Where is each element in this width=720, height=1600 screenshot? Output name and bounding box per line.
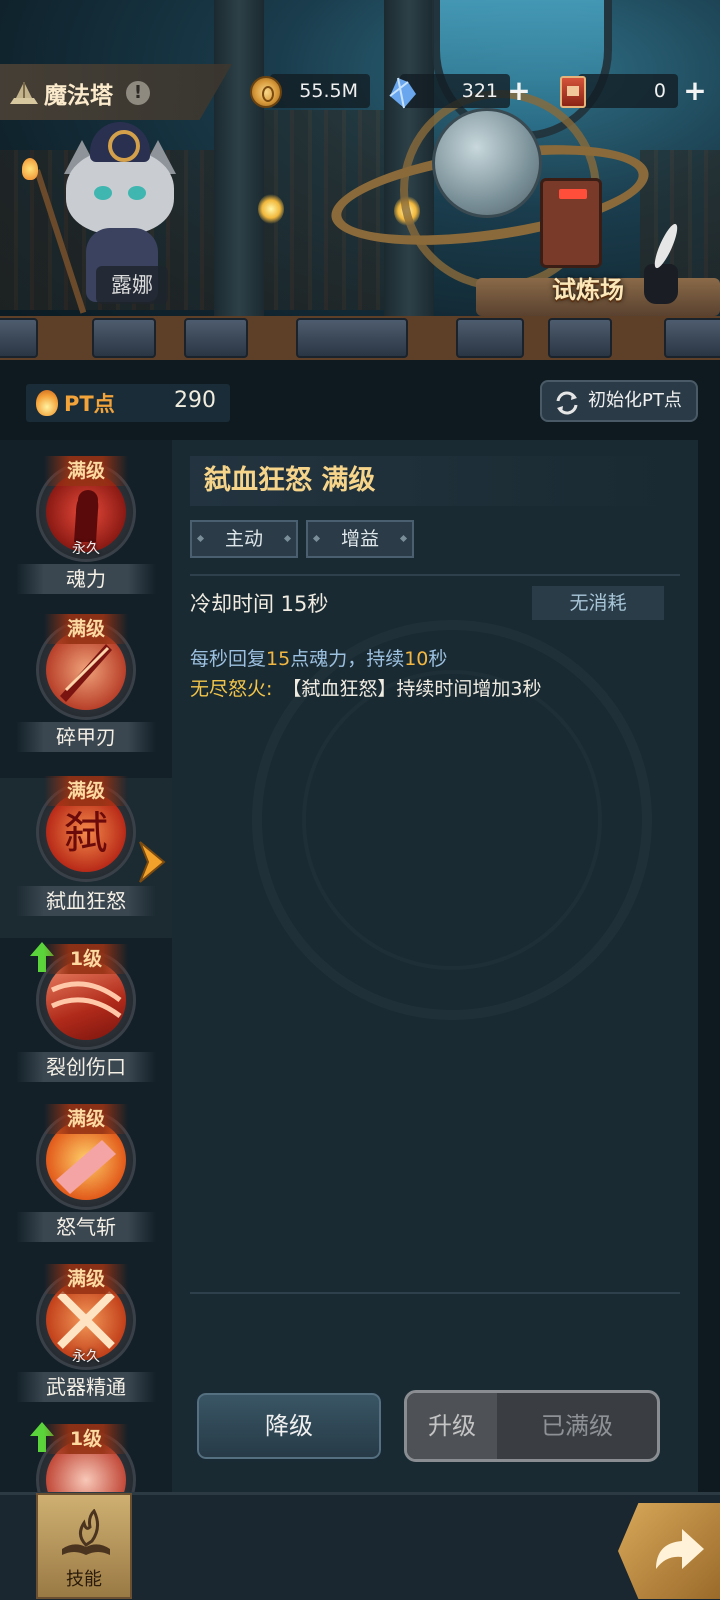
flame-icon	[36, 390, 58, 416]
refresh-icon	[556, 391, 578, 415]
location-title: 魔法塔	[44, 83, 113, 109]
tag-buff: 增益	[306, 520, 414, 558]
cost-badge: 无消耗	[532, 586, 664, 620]
maxed-label: 已满级	[541, 1412, 613, 1440]
desc-value-duration: 10	[404, 648, 429, 670]
skill-level-badge: 满级	[44, 776, 128, 806]
floor-tile	[664, 318, 720, 358]
forward-arrow-icon	[656, 1529, 704, 1569]
divider-top	[190, 574, 680, 576]
skill-name: 怒气斩	[16, 1212, 156, 1242]
skill-name: 魂力	[16, 564, 156, 594]
reset-pt-label: 初始化PT点	[588, 390, 682, 411]
skill-item-next[interactable]: 1级	[0, 1408, 172, 1492]
upgrade-label: 升级	[407, 1393, 497, 1459]
skill-title-bar: 弑血狂怒 满级	[190, 456, 680, 506]
ticket-card-icon	[560, 76, 586, 108]
lamp-left-icon	[258, 194, 284, 224]
downgrade-button[interactable]: 降级	[194, 1390, 384, 1462]
skill-item-soul-power[interactable]: 满级 永久 魂力	[0, 440, 172, 600]
skill-name: 裂创伤口	[16, 1052, 156, 1082]
skill-level-badge: 满级	[44, 1104, 128, 1134]
cat-head	[66, 150, 174, 234]
skill-level-badge: 满级	[44, 456, 128, 486]
floor-tile	[92, 318, 156, 358]
skill-level-badge: 满级	[44, 614, 128, 644]
training-dummy-robot[interactable]	[540, 178, 602, 268]
skill-detail-panel: 弑血狂怒 满级 主动 增益 冷却时间 15秒 无消耗 每秒回复15点魂力，持续1…	[172, 440, 698, 1492]
share-forward-button[interactable]	[618, 1503, 720, 1599]
reset-pt-button[interactable]: 初始化PT点	[540, 380, 698, 422]
skill-item-armor-break-blade[interactable]: 满级 碎甲刃	[0, 598, 172, 758]
magic-circle-inner-watermark	[302, 670, 602, 970]
magic-tower-scene: 试炼场 露娜	[0, 0, 720, 360]
passive-description: 无尽怒火: 【弑血狂怒】持续时间增加3秒	[190, 674, 542, 701]
staff-flame-icon	[22, 158, 38, 180]
selected-chevron-icon	[139, 841, 166, 883]
skill-list[interactable]: 满级 永久 魂力 满级 碎甲刃 弑 满级 弑血狂怒 1级 裂创伤口 满级 怒气斩	[0, 440, 172, 1492]
tab-skills[interactable]: 技能	[36, 1493, 132, 1599]
character-name-label: 露娜	[96, 266, 168, 304]
pt-label: PT点	[64, 392, 115, 416]
skill-level-badge: 1级	[44, 944, 128, 974]
skill-name: 弑血狂怒	[16, 886, 156, 916]
ticket-display: 0	[578, 74, 678, 108]
cat-eye-left	[94, 186, 112, 200]
top-bar: 魔法塔 ! 55.5M 321 + 0 +	[0, 64, 720, 120]
svg-text:弑: 弑	[64, 808, 108, 859]
book-flame-icon	[62, 1509, 110, 1555]
tab-skills-label: 技能	[66, 1569, 102, 1590]
permanent-label: 永久	[72, 541, 100, 557]
skill-name: 武器精通	[16, 1372, 156, 1402]
passive-effect: 【弑血狂怒】持续时间增加3秒	[282, 678, 542, 700]
pt-value: 290	[174, 388, 216, 413]
skill-title: 弑血狂怒 满级	[204, 465, 376, 496]
upgrade-button[interactable]: 升级 已满级	[404, 1390, 660, 1462]
gold-display: 55.5M	[270, 74, 370, 108]
pt-points-box: PT点 290	[26, 384, 230, 422]
pillar-left	[214, 0, 264, 330]
cat-eye-right	[128, 186, 146, 200]
floor-tile	[296, 318, 408, 358]
bookshelf-right	[640, 150, 720, 280]
passive-name: 无尽怒火:	[190, 678, 273, 700]
ticket-value: 0	[653, 80, 666, 102]
tag-active: 主动	[190, 520, 298, 558]
floor-tile	[548, 318, 612, 358]
exclamation-icon[interactable]: !	[126, 81, 150, 105]
trial-ground-label[interactable]: 试炼场	[518, 270, 658, 310]
desc-text: 点魂力，持续	[290, 648, 405, 670]
gold-coin-icon	[250, 76, 282, 108]
desc-text: 每秒回复	[190, 648, 267, 670]
cooldown-text: 冷却时间 15秒	[190, 592, 329, 616]
book-tower-icon	[10, 82, 38, 104]
gold-value: 55.5M	[299, 80, 358, 102]
skill-level-badge: 满级	[44, 1264, 128, 1294]
divider-bottom	[190, 1292, 680, 1294]
skill-item-weapon-mastery[interactable]: 满级 永久 武器精通	[0, 1248, 172, 1408]
add-ticket-button[interactable]: +	[680, 76, 710, 106]
floor-tile	[0, 318, 38, 358]
crystal-icon	[389, 77, 416, 109]
skill-level-badge: 1级	[44, 1424, 128, 1454]
add-crystal-button[interactable]: +	[504, 76, 534, 106]
floor-tile	[184, 318, 248, 358]
permanent-label: 永久	[72, 1349, 100, 1365]
skill-description: 每秒回复15点魂力，持续10秒	[190, 644, 447, 671]
desc-text: 秒	[428, 648, 448, 670]
skill-name: 碎甲刃	[16, 722, 156, 752]
location-tab[interactable]: 魔法塔 !	[0, 64, 232, 120]
floor-tile	[456, 318, 524, 358]
skill-item-rage-slash[interactable]: 满级 怒气斩	[0, 1088, 172, 1248]
desc-value-regen: 15	[266, 648, 291, 670]
bottom-nav: 技能	[0, 1492, 720, 1600]
wizard-hat	[90, 122, 150, 162]
skill-item-laceration[interactable]: 1级 裂创伤口	[0, 928, 172, 1088]
crystal-value: 321	[461, 80, 498, 102]
